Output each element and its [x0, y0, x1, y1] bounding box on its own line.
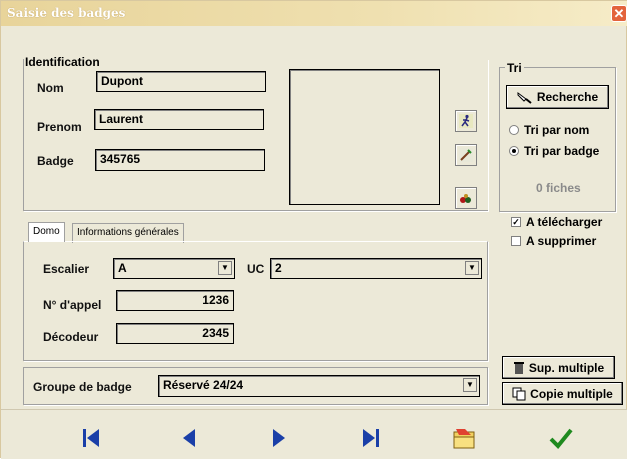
prenom-label: Prenom: [37, 120, 82, 134]
sort-by-name-label: Tri par nom: [524, 123, 590, 137]
download-checkbox-label: A télécharger: [526, 215, 603, 229]
client-area: Identification Nom Dupont Prenom Laurent…: [9, 41, 623, 409]
radio-dot: [509, 125, 519, 135]
next-record-button[interactable]: [264, 424, 294, 452]
sort-by-badge-label: Tri par badge: [524, 144, 600, 158]
uc-value: 2: [275, 261, 282, 275]
copie-multiple-label: Copie multiple: [530, 386, 613, 401]
chevron-down-icon: ▼: [463, 378, 477, 392]
sup-multiple-label: Sup. multiple: [528, 360, 605, 375]
tab-domo[interactable]: Domo: [28, 222, 65, 242]
search-button-label: Recherche: [536, 90, 599, 104]
close-button[interactable]: ✕: [611, 5, 627, 22]
next-record-icon: [273, 429, 285, 447]
download-checkbox-box: ✓: [511, 217, 521, 227]
identification-group-title: Identification: [25, 55, 100, 69]
escalier-label: Escalier: [43, 262, 90, 276]
chevron-down-icon: ▼: [218, 261, 232, 275]
validate-button[interactable]: [546, 424, 576, 452]
nom-field[interactable]: Dupont: [96, 71, 266, 92]
last-record-icon: [363, 429, 379, 447]
decodeur-field[interactable]: 2345: [116, 323, 234, 344]
title-bar: Saisie des badges ✕: [1, 1, 627, 26]
chevron-down-icon: ▼: [465, 261, 479, 275]
brush-edit-icon: [459, 148, 473, 162]
copie-multiple-button[interactable]: Copie multiple: [502, 382, 623, 405]
sup-multiple-button[interactable]: Sup. multiple: [502, 356, 615, 379]
groupe-select[interactable]: Réservé 24/24 ▼: [158, 375, 480, 397]
nom-label: Nom: [37, 81, 64, 95]
records-count: 0 fiches: [536, 181, 581, 195]
tri-group-title: Tri: [505, 61, 524, 75]
badge-label: Badge: [37, 154, 74, 168]
download-checkbox[interactable]: ✓ A télécharger: [511, 215, 602, 229]
open-folder-button[interactable]: [449, 424, 479, 452]
groupe-label: Groupe de badge: [33, 380, 132, 394]
window: Saisie des badges ✕ Identification Nom D…: [0, 0, 627, 459]
uc-label: UC: [247, 262, 265, 276]
decodeur-label: Décodeur: [43, 330, 99, 344]
search-button[interactable]: Recherche: [506, 85, 609, 109]
previous-record-button[interactable]: [174, 424, 204, 452]
trash-icon: [513, 361, 524, 374]
sort-by-badge-radio[interactable]: Tri par badge: [509, 144, 599, 158]
groupe-value: Réservé 24/24: [163, 378, 244, 392]
fruit-basket-icon: [460, 194, 471, 203]
flashlight-icon: [517, 92, 532, 104]
appel-field[interactable]: 1236: [116, 290, 234, 311]
delete-checkbox-label: A supprimer: [526, 234, 597, 248]
escalier-select[interactable]: A ▼: [113, 258, 235, 279]
fruit-basket-button[interactable]: [455, 187, 477, 209]
last-record-button[interactable]: [356, 424, 386, 452]
delete-checkbox-box: [511, 236, 521, 246]
open-folder-icon: [453, 429, 475, 449]
radio-dot-selected: [509, 146, 519, 156]
walking-person-icon: [459, 114, 473, 128]
window-title: Saisie des badges: [7, 6, 126, 20]
prenom-field[interactable]: Laurent: [94, 109, 264, 130]
sort-by-name-radio[interactable]: Tri par nom: [509, 123, 589, 137]
first-record-button[interactable]: [76, 424, 106, 452]
photo-frame[interactable]: [289, 69, 440, 205]
navigation-bar: [1, 409, 627, 459]
badge-field[interactable]: 345765: [95, 149, 265, 171]
appel-label: N° d'appel: [43, 298, 102, 312]
close-icon: ✕: [613, 6, 625, 21]
edit-brush-button[interactable]: [455, 144, 477, 166]
tab-informations-generales[interactable]: Informations générales: [72, 223, 184, 243]
delete-checkbox[interactable]: A supprimer: [511, 234, 596, 248]
copy-icon: [512, 387, 526, 400]
previous-record-icon: [183, 429, 195, 447]
walking-person-button[interactable]: [455, 110, 477, 132]
escalier-value: A: [118, 261, 127, 275]
first-record-icon: [83, 429, 99, 447]
checkmark-icon: [549, 428, 573, 449]
uc-select[interactable]: 2 ▼: [270, 258, 482, 279]
